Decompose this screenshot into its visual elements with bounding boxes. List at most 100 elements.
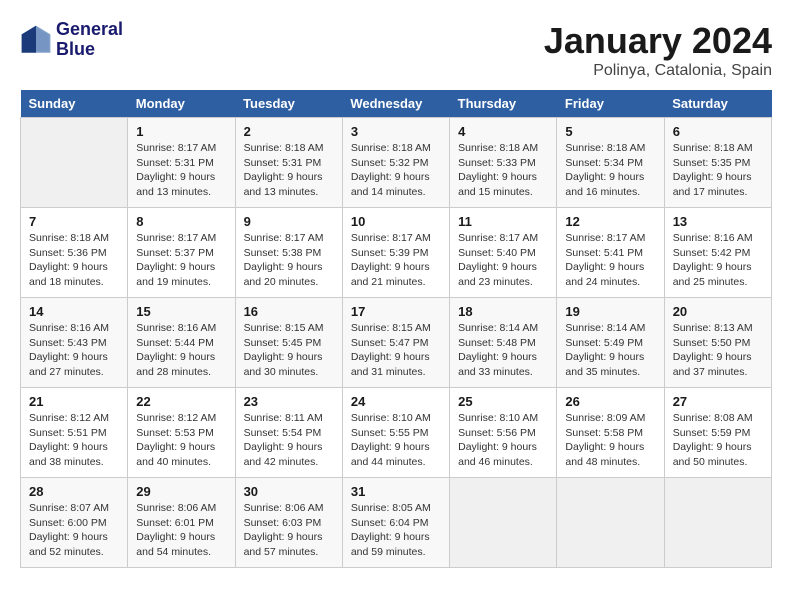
day-info: Sunrise: 8:10 AMSunset: 5:56 PMDaylight:… (458, 411, 548, 470)
day-info: Sunrise: 8:18 AMSunset: 5:36 PMDaylight:… (29, 231, 119, 290)
day-info: Sunrise: 8:05 AMSunset: 6:04 PMDaylight:… (351, 501, 441, 560)
day-number: 17 (351, 304, 441, 319)
day-number: 4 (458, 124, 548, 139)
calendar-cell: 27Sunrise: 8:08 AMSunset: 5:59 PMDayligh… (664, 388, 771, 478)
day-number: 3 (351, 124, 441, 139)
logo: General Blue (20, 20, 123, 60)
day-number: 27 (673, 394, 763, 409)
weekday-header: Friday (557, 90, 664, 118)
day-number: 22 (136, 394, 226, 409)
day-number: 1 (136, 124, 226, 139)
day-number: 25 (458, 394, 548, 409)
day-info: Sunrise: 8:17 AMSunset: 5:40 PMDaylight:… (458, 231, 548, 290)
calendar-cell: 7 Sunrise: 8:18 AMSunset: 5:36 PMDaylight… (21, 208, 128, 298)
day-info: Sunrise: 8:13 AMSunset: 5:50 PMDaylight:… (673, 321, 763, 380)
day-info: Sunrise: 8:17 AMSunset: 5:37 PMDaylight:… (136, 231, 226, 290)
calendar-cell: 24 Sunrise: 8:10 AMSunset: 5:55 PMDayligh… (342, 388, 449, 478)
day-number: 28 (29, 484, 119, 499)
calendar-cell: 5 Sunrise: 8:18 AMSunset: 5:34 PMDaylight… (557, 118, 664, 208)
weekday-header: Tuesday (235, 90, 342, 118)
day-number: 31 (351, 484, 441, 499)
day-number: 11 (458, 214, 548, 229)
calendar-week-row: 14 Sunrise: 8:16 AMSunset: 5:43 PMDayligh… (21, 298, 772, 388)
day-info: Sunrise: 8:12 AMSunset: 5:53 PMDaylight:… (136, 411, 226, 470)
day-info: Sunrise: 8:16 AMSunset: 5:42 PMDaylight:… (673, 231, 763, 290)
day-number: 14 (29, 304, 119, 319)
day-info: Sunrise: 8:18 AMSunset: 5:33 PMDaylight:… (458, 141, 548, 200)
calendar-cell: 6Sunrise: 8:18 AMSunset: 5:35 PMDaylight… (664, 118, 771, 208)
day-number: 9 (244, 214, 334, 229)
day-info: Sunrise: 8:11 AMSunset: 5:54 PMDaylight:… (244, 411, 334, 470)
location-subtitle: Polinya, Catalonia, Spain (544, 62, 772, 80)
calendar-cell: 10 Sunrise: 8:17 AMSunset: 5:39 PMDayligh… (342, 208, 449, 298)
day-number: 10 (351, 214, 441, 229)
calendar-cell: 21 Sunrise: 8:12 AMSunset: 5:51 PMDayligh… (21, 388, 128, 478)
month-title: January 2024 (544, 20, 772, 62)
day-info: Sunrise: 8:17 AMSunset: 5:41 PMDaylight:… (565, 231, 655, 290)
day-number: 21 (29, 394, 119, 409)
weekday-header: Sunday (21, 90, 128, 118)
calendar-cell: 14 Sunrise: 8:16 AMSunset: 5:43 PMDayligh… (21, 298, 128, 388)
calendar-cell (664, 478, 771, 568)
calendar-cell: 9 Sunrise: 8:17 AMSunset: 5:38 PMDaylight… (235, 208, 342, 298)
day-info: Sunrise: 8:09 AMSunset: 5:58 PMDaylight:… (565, 411, 655, 470)
day-number: 8 (136, 214, 226, 229)
day-info: Sunrise: 8:17 AMSunset: 5:39 PMDaylight:… (351, 231, 441, 290)
day-info: Sunrise: 8:17 AMSunset: 5:38 PMDaylight:… (244, 231, 334, 290)
day-info: Sunrise: 8:17 AMSunset: 5:31 PMDaylight:… (136, 141, 226, 200)
calendar-cell: 18Sunrise: 8:14 AMSunset: 5:48 PMDayligh… (450, 298, 557, 388)
day-number: 15 (136, 304, 226, 319)
calendar-cell: 12 Sunrise: 8:17 AMSunset: 5:41 PMDayligh… (557, 208, 664, 298)
page-header: General Blue January 2024 Polinya, Catal… (20, 20, 772, 80)
day-number: 26 (565, 394, 655, 409)
day-info: Sunrise: 8:12 AMSunset: 5:51 PMDaylight:… (29, 411, 119, 470)
calendar-cell: 13 Sunrise: 8:16 AMSunset: 5:42 PMDayligh… (664, 208, 771, 298)
calendar-cell: 29 Sunrise: 8:06 AMSunset: 6:01 PMDayligh… (128, 478, 235, 568)
weekday-header: Thursday (450, 90, 557, 118)
day-info: Sunrise: 8:06 AMSunset: 6:01 PMDaylight:… (136, 501, 226, 560)
calendar-cell: 26 Sunrise: 8:09 AMSunset: 5:58 PMDayligh… (557, 388, 664, 478)
day-info: Sunrise: 8:10 AMSunset: 5:55 PMDaylight:… (351, 411, 441, 470)
calendar-cell: 4 Sunrise: 8:18 AMSunset: 5:33 PMDaylight… (450, 118, 557, 208)
weekday-header: Saturday (664, 90, 771, 118)
calendar-week-row: 1 Sunrise: 8:17 AMSunset: 5:31 PMDaylight… (21, 118, 772, 208)
day-info: Sunrise: 8:18 AMSunset: 5:31 PMDaylight:… (244, 141, 334, 200)
day-info: Sunrise: 8:07 AMSunset: 6:00 PMDaylight:… (29, 501, 119, 560)
day-info: Sunrise: 8:18 AMSunset: 5:32 PMDaylight:… (351, 141, 441, 200)
day-number: 13 (673, 214, 763, 229)
day-number: 29 (136, 484, 226, 499)
weekday-header-row: SundayMondayTuesdayWednesdayThursdayFrid… (21, 90, 772, 118)
calendar-cell: 16 Sunrise: 8:15 AMSunset: 5:45 PMDayligh… (235, 298, 342, 388)
calendar-cell: 1 Sunrise: 8:17 AMSunset: 5:31 PMDaylight… (128, 118, 235, 208)
day-number: 12 (565, 214, 655, 229)
day-info: Sunrise: 8:18 AMSunset: 5:35 PMDaylight:… (673, 141, 763, 200)
weekday-header: Wednesday (342, 90, 449, 118)
calendar-cell: 31 Sunrise: 8:05 AMSunset: 6:04 PMDayligh… (342, 478, 449, 568)
day-number: 24 (351, 394, 441, 409)
calendar-cell (21, 118, 128, 208)
day-info: Sunrise: 8:14 AMSunset: 5:49 PMDaylight:… (565, 321, 655, 380)
calendar-table: SundayMondayTuesdayWednesdayThursdayFrid… (20, 90, 772, 568)
logo-text: General Blue (56, 20, 123, 60)
day-number: 20 (673, 304, 763, 319)
day-info: Sunrise: 8:15 AMSunset: 5:45 PMDaylight:… (244, 321, 334, 380)
calendar-cell: 3 Sunrise: 8:18 AMSunset: 5:32 PMDaylight… (342, 118, 449, 208)
title-area: January 2024 Polinya, Catalonia, Spain (544, 20, 772, 80)
calendar-cell: 19Sunrise: 8:14 AMSunset: 5:49 PMDayligh… (557, 298, 664, 388)
calendar-week-row: 21 Sunrise: 8:12 AMSunset: 5:51 PMDayligh… (21, 388, 772, 478)
calendar-cell (557, 478, 664, 568)
calendar-cell: 25 Sunrise: 8:10 AMSunset: 5:56 PMDayligh… (450, 388, 557, 478)
calendar-week-row: 7 Sunrise: 8:18 AMSunset: 5:36 PMDaylight… (21, 208, 772, 298)
day-number: 5 (565, 124, 655, 139)
day-number: 16 (244, 304, 334, 319)
day-info: Sunrise: 8:18 AMSunset: 5:34 PMDaylight:… (565, 141, 655, 200)
day-info: Sunrise: 8:16 AMSunset: 5:44 PMDaylight:… (136, 321, 226, 380)
logo-icon (20, 24, 52, 56)
calendar-cell: 30Sunrise: 8:06 AMSunset: 6:03 PMDayligh… (235, 478, 342, 568)
calendar-cell (450, 478, 557, 568)
calendar-week-row: 28 Sunrise: 8:07 AMSunset: 6:00 PMDayligh… (21, 478, 772, 568)
calendar-cell: 20 Sunrise: 8:13 AMSunset: 5:50 PMDayligh… (664, 298, 771, 388)
calendar-cell: 23Sunrise: 8:11 AMSunset: 5:54 PMDayligh… (235, 388, 342, 478)
day-number: 7 (29, 214, 119, 229)
day-info: Sunrise: 8:16 AMSunset: 5:43 PMDaylight:… (29, 321, 119, 380)
